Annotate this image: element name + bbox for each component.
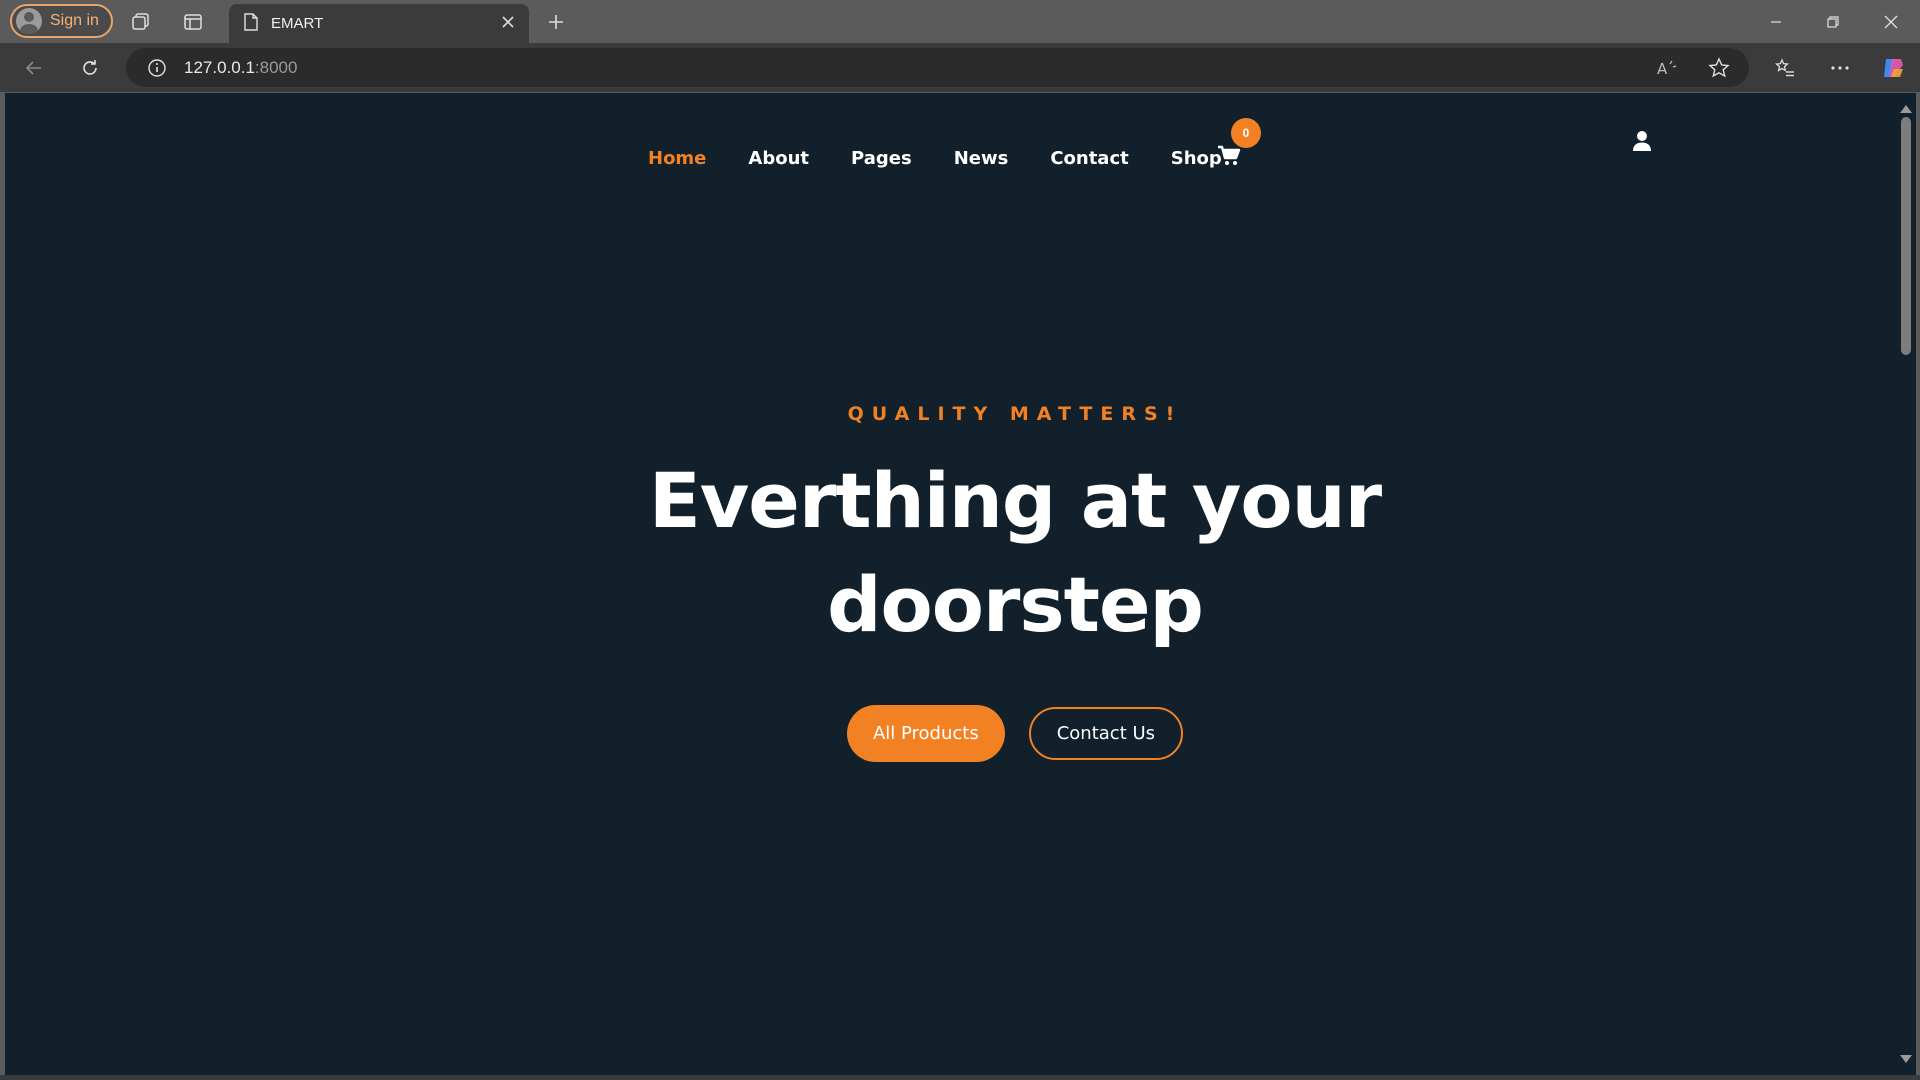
user-account-icon[interactable]	[1632, 130, 1652, 152]
cart-count-badge: 0	[1231, 118, 1261, 148]
vertical-scrollbar[interactable]	[1896, 93, 1916, 1075]
browser-titlebar: Sign in EMART	[0, 0, 1920, 43]
all-products-button[interactable]: All Products	[846, 705, 1005, 762]
hero-headline-line1: Everthing at your	[648, 456, 1382, 545]
scroll-down-arrow-icon[interactable]	[1900, 1055, 1912, 1063]
restore-icon[interactable]	[1818, 7, 1848, 37]
hero-buttons: All Products Contact Us	[515, 705, 1515, 762]
favorites-list-icon[interactable]	[1769, 52, 1801, 84]
svg-text:A: A	[1657, 60, 1668, 78]
nav-shop[interactable]: Shop	[1171, 148, 1222, 169]
nav-news[interactable]: News	[954, 148, 1009, 169]
sign-in-button[interactable]: Sign in	[10, 4, 113, 38]
url-port: :8000	[254, 57, 298, 77]
refresh-icon[interactable]	[74, 52, 106, 84]
page-viewport: Home About Pages News Contact Shop 0 QUA…	[5, 93, 1896, 1075]
scrollbar-thumb[interactable]	[1901, 117, 1911, 355]
nav-contact[interactable]: Contact	[1050, 148, 1128, 169]
tab-emart[interactable]: EMART	[229, 4, 529, 43]
more-menu-icon[interactable]	[1824, 52, 1856, 84]
scroll-up-arrow-icon[interactable]	[1900, 105, 1912, 113]
address-bar[interactable]: 127.0.0.1:8000 A	[126, 48, 1749, 87]
back-icon[interactable]	[18, 52, 50, 84]
nav-about[interactable]: About	[748, 148, 809, 169]
cart-icon[interactable]	[1217, 145, 1243, 171]
new-tab-icon[interactable]	[541, 7, 571, 37]
favorite-star-icon[interactable]	[1707, 56, 1731, 80]
sign-in-label: Sign in	[50, 12, 99, 29]
workspaces-icon[interactable]	[128, 9, 154, 35]
tab-actions-icon[interactable]	[180, 9, 206, 35]
hero-headline: Everthing at your doorstep	[515, 449, 1515, 657]
tab-title: EMART	[271, 15, 324, 32]
copilot-icon[interactable]	[1877, 52, 1909, 84]
main-nav: Home About Pages News Contact Shop	[648, 148, 1264, 169]
read-aloud-icon[interactable]: A	[1655, 56, 1679, 80]
hero-section: QUALITY MATTERS! Everthing at your doors…	[515, 403, 1515, 762]
close-window-icon[interactable]	[1876, 7, 1906, 37]
window-bottom-edge	[0, 1075, 1920, 1080]
nav-home[interactable]: Home	[648, 148, 706, 169]
hero-subtitle: QUALITY MATTERS!	[847, 403, 1183, 425]
close-tab-icon[interactable]	[501, 15, 515, 33]
page-icon	[243, 12, 259, 35]
site-info-icon[interactable]	[146, 57, 168, 79]
url-host: 127.0.0.1	[184, 57, 255, 77]
nav-pages[interactable]: Pages	[851, 148, 912, 169]
contact-us-button[interactable]: Contact Us	[1028, 707, 1184, 760]
hero-headline-line2: doorstep	[827, 560, 1204, 649]
profile-icon	[16, 8, 42, 34]
browser-toolbar: 127.0.0.1:8000 A	[0, 43, 1920, 92]
minimize-icon[interactable]	[1761, 7, 1791, 37]
